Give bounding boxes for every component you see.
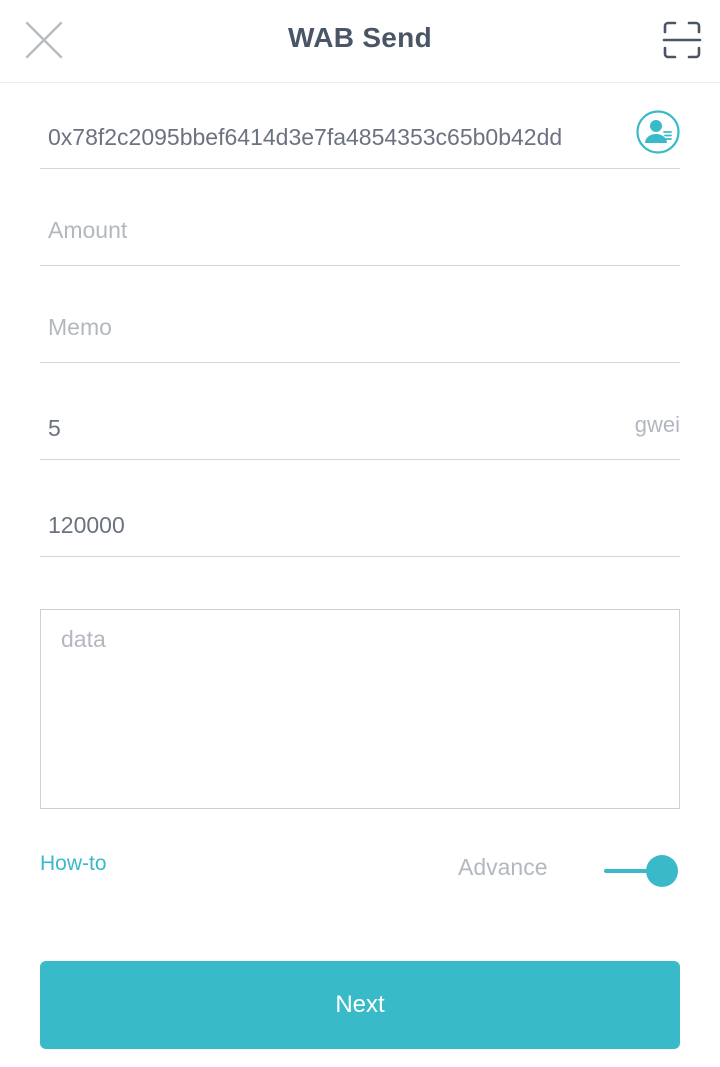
recipient-address-field [40, 100, 680, 169]
memo-field [40, 293, 680, 363]
gas-limit-field [40, 487, 680, 557]
advance-label: Advance [458, 854, 548, 880]
next-button[interactable]: Next [40, 961, 680, 1049]
gas-price-field: gwei [40, 390, 680, 460]
contact-book-icon [636, 110, 680, 154]
advance-toggle[interactable] [600, 853, 680, 889]
header-bar: WAB Send [0, 0, 720, 83]
gas-price-unit: gwei [634, 412, 680, 437]
memo-input[interactable] [48, 310, 668, 344]
send-screen: WAB Send 0x78f2c2095bbef6414d3e7fa485435… [0, 0, 720, 1067]
scan-button[interactable] [660, 18, 704, 62]
address-book-button[interactable] [636, 110, 680, 154]
gas-price-input[interactable] [48, 411, 608, 445]
scan-qr-icon [662, 21, 702, 59]
gas-limit-input[interactable] [48, 508, 668, 542]
data-textarea[interactable] [40, 609, 680, 809]
amount-field [40, 196, 680, 266]
amount-input[interactable] [48, 213, 668, 247]
toggle-knob [646, 855, 678, 887]
recipient-address-input[interactable] [48, 120, 628, 154]
page-title: WAB Send [288, 22, 432, 53]
howto-link[interactable]: How-to [40, 852, 107, 876]
